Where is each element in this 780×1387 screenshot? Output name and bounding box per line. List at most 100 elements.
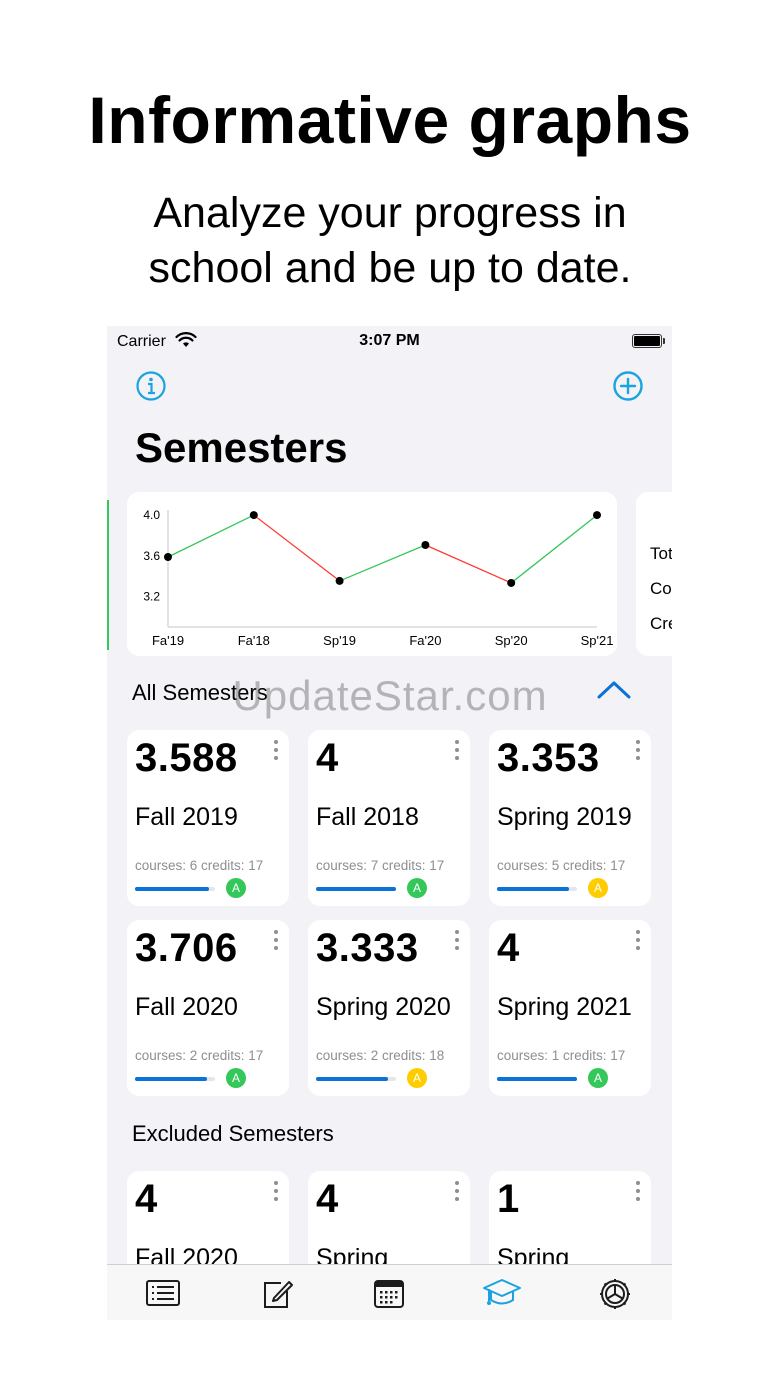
semester-progress-bar bbox=[497, 1077, 577, 1081]
add-semester-icon[interactable] bbox=[612, 370, 644, 402]
stats-label-courses: Co bbox=[650, 579, 672, 598]
semester-name: Fall 2020 bbox=[135, 993, 238, 1021]
grade-badge: A bbox=[407, 1068, 427, 1088]
y-tick-label: 4.0 bbox=[143, 508, 160, 522]
semester-gpa: 4 bbox=[316, 1177, 339, 1221]
semester-name: Spring 2019 bbox=[497, 803, 632, 831]
series-segment bbox=[425, 544, 512, 584]
semester-gpa: 3.353 bbox=[497, 736, 600, 780]
tab-bar bbox=[107, 1264, 672, 1320]
gpa-line-chart: 4.0 3.6 3.2 Fa'19 Fa'18 Sp'19 Fa'20 Sp'20 Sp'21 bbox=[143, 508, 614, 648]
semester-gpa: 3.588 bbox=[135, 736, 238, 780]
graduation-cap-icon bbox=[483, 1279, 521, 1305]
semester-progress-bar bbox=[497, 887, 577, 891]
more-options-icon[interactable] bbox=[635, 1181, 641, 1203]
tab-settings[interactable] bbox=[597, 1277, 633, 1311]
y-tick-label: 3.2 bbox=[143, 589, 160, 603]
semester-progress-bar bbox=[316, 1077, 396, 1081]
semester-name: Fall 2019 bbox=[135, 803, 238, 831]
x-tick-label: Sp'19 bbox=[323, 633, 356, 648]
series-segment bbox=[253, 514, 340, 582]
grade-badge: A bbox=[226, 878, 246, 898]
grade-badge: A bbox=[407, 878, 427, 898]
more-options-icon[interactable] bbox=[454, 1181, 460, 1203]
semester-card[interactable]: 4 Spring 2021 courses: 1 credits: 17 A bbox=[489, 920, 651, 1096]
data-point bbox=[335, 576, 344, 585]
battery-icon bbox=[632, 334, 665, 348]
collapse-chevron-icon[interactable] bbox=[596, 678, 632, 702]
semester-meta: courses: 6 credits: 17 bbox=[135, 858, 264, 873]
list-icon bbox=[146, 1280, 180, 1306]
info-icon[interactable] bbox=[135, 370, 167, 402]
promo-subline-1: Analyze your progress in bbox=[153, 189, 627, 237]
gpa-chart-card[interactable]: 4.0 3.6 3.2 Fa'19 Fa'18 Sp'19 Fa'20 Sp'20 Sp'21 bbox=[127, 492, 617, 656]
data-point bbox=[507, 578, 516, 587]
y-tick-label: 3.6 bbox=[143, 549, 160, 563]
edit-icon bbox=[264, 1281, 293, 1308]
grade-badge: A bbox=[226, 1068, 246, 1088]
series-segment bbox=[167, 514, 255, 558]
stats-card-peek[interactable]: Tot Co Cre bbox=[636, 492, 672, 656]
semester-meta: courses: 1 credits: 17 bbox=[497, 1048, 626, 1063]
stats-label-credits: Cre bbox=[650, 614, 672, 633]
semester-name: Fall 2018 bbox=[316, 803, 419, 831]
data-point bbox=[593, 511, 601, 520]
semester-meta: courses: 2 credits: 17 bbox=[135, 1048, 264, 1063]
previous-card-edge bbox=[107, 500, 109, 650]
more-options-icon[interactable] bbox=[454, 930, 460, 952]
semester-meta: courses: 5 credits: 17 bbox=[497, 858, 626, 873]
semester-gpa: 4 bbox=[135, 1177, 158, 1221]
semester-gpa: 4 bbox=[316, 736, 339, 780]
tab-calendar[interactable] bbox=[371, 1277, 407, 1311]
page-title: Semesters bbox=[135, 424, 348, 471]
tab-list[interactable] bbox=[145, 1277, 181, 1311]
x-tick-label: Fa'18 bbox=[238, 633, 270, 648]
semester-name: Spring 2021 bbox=[497, 993, 632, 1021]
more-options-icon[interactable] bbox=[273, 930, 279, 952]
semester-card[interactable]: 4 Fall 2018 courses: 7 credits: 17 A bbox=[308, 730, 470, 906]
semester-progress-bar bbox=[135, 1077, 215, 1081]
series-segment bbox=[510, 514, 598, 584]
semester-gpa: 4 bbox=[497, 926, 520, 970]
x-tick-label: Sp'21 bbox=[581, 633, 614, 648]
promo-headline: Informative graphs bbox=[88, 83, 692, 157]
data-point bbox=[249, 511, 258, 520]
data-point bbox=[421, 540, 430, 549]
more-options-icon[interactable] bbox=[454, 740, 460, 762]
gear-icon bbox=[600, 1279, 630, 1309]
semester-gpa: 3.333 bbox=[316, 926, 419, 970]
status-time: 3:07 PM bbox=[359, 332, 420, 349]
semester-progress-bar bbox=[316, 887, 396, 891]
semester-meta: courses: 7 credits: 17 bbox=[316, 858, 445, 873]
more-options-icon[interactable] bbox=[273, 1181, 279, 1203]
semester-progress-bar bbox=[135, 887, 215, 891]
tab-semesters[interactable] bbox=[482, 1277, 522, 1311]
status-bar: Carrier 3:07 PM bbox=[107, 326, 672, 356]
semester-card[interactable]: 3.588 Fall 2019 courses: 6 credits: 17 A bbox=[127, 730, 289, 906]
tab-edit[interactable] bbox=[259, 1277, 295, 1311]
promo-subline-2: school and be up to date. bbox=[148, 244, 632, 292]
semester-meta: courses: 2 credits: 18 bbox=[316, 1048, 445, 1063]
semester-gpa: 1 bbox=[497, 1177, 520, 1221]
data-point bbox=[164, 553, 172, 562]
section-title-excluded: Excluded Semesters bbox=[132, 1121, 334, 1146]
stats-label-total: Tot bbox=[650, 544, 672, 563]
grade-badge: A bbox=[588, 878, 608, 898]
phone-screen: Carrier 3:07 PM Semesters 4.0 3.6 3.2 Fa'1… bbox=[107, 326, 672, 1320]
x-tick-label: Sp'20 bbox=[495, 633, 528, 648]
calendar-icon bbox=[374, 1280, 404, 1308]
semester-gpa: 3.706 bbox=[135, 926, 238, 970]
grade-badge: A bbox=[588, 1068, 608, 1088]
more-options-icon[interactable] bbox=[273, 740, 279, 762]
section-title-all: All Semesters bbox=[132, 680, 268, 705]
semester-card[interactable]: 3.333 Spring 2020 courses: 2 credits: 18 A bbox=[308, 920, 470, 1096]
x-tick-label: Fa'20 bbox=[409, 633, 441, 648]
more-options-icon[interactable] bbox=[635, 930, 641, 952]
more-options-icon[interactable] bbox=[635, 740, 641, 762]
semester-name: Spring 2020 bbox=[316, 993, 451, 1021]
promo-subline: Analyze your progress in school and be u… bbox=[0, 186, 780, 296]
semester-card[interactable]: 3.706 Fall 2020 courses: 2 credits: 17 A bbox=[127, 920, 289, 1096]
series-segment bbox=[339, 544, 426, 582]
semester-card[interactable]: 3.353 Spring 2019 courses: 5 credits: 17 A bbox=[489, 730, 651, 906]
x-tick-label: Fa'19 bbox=[152, 633, 184, 648]
